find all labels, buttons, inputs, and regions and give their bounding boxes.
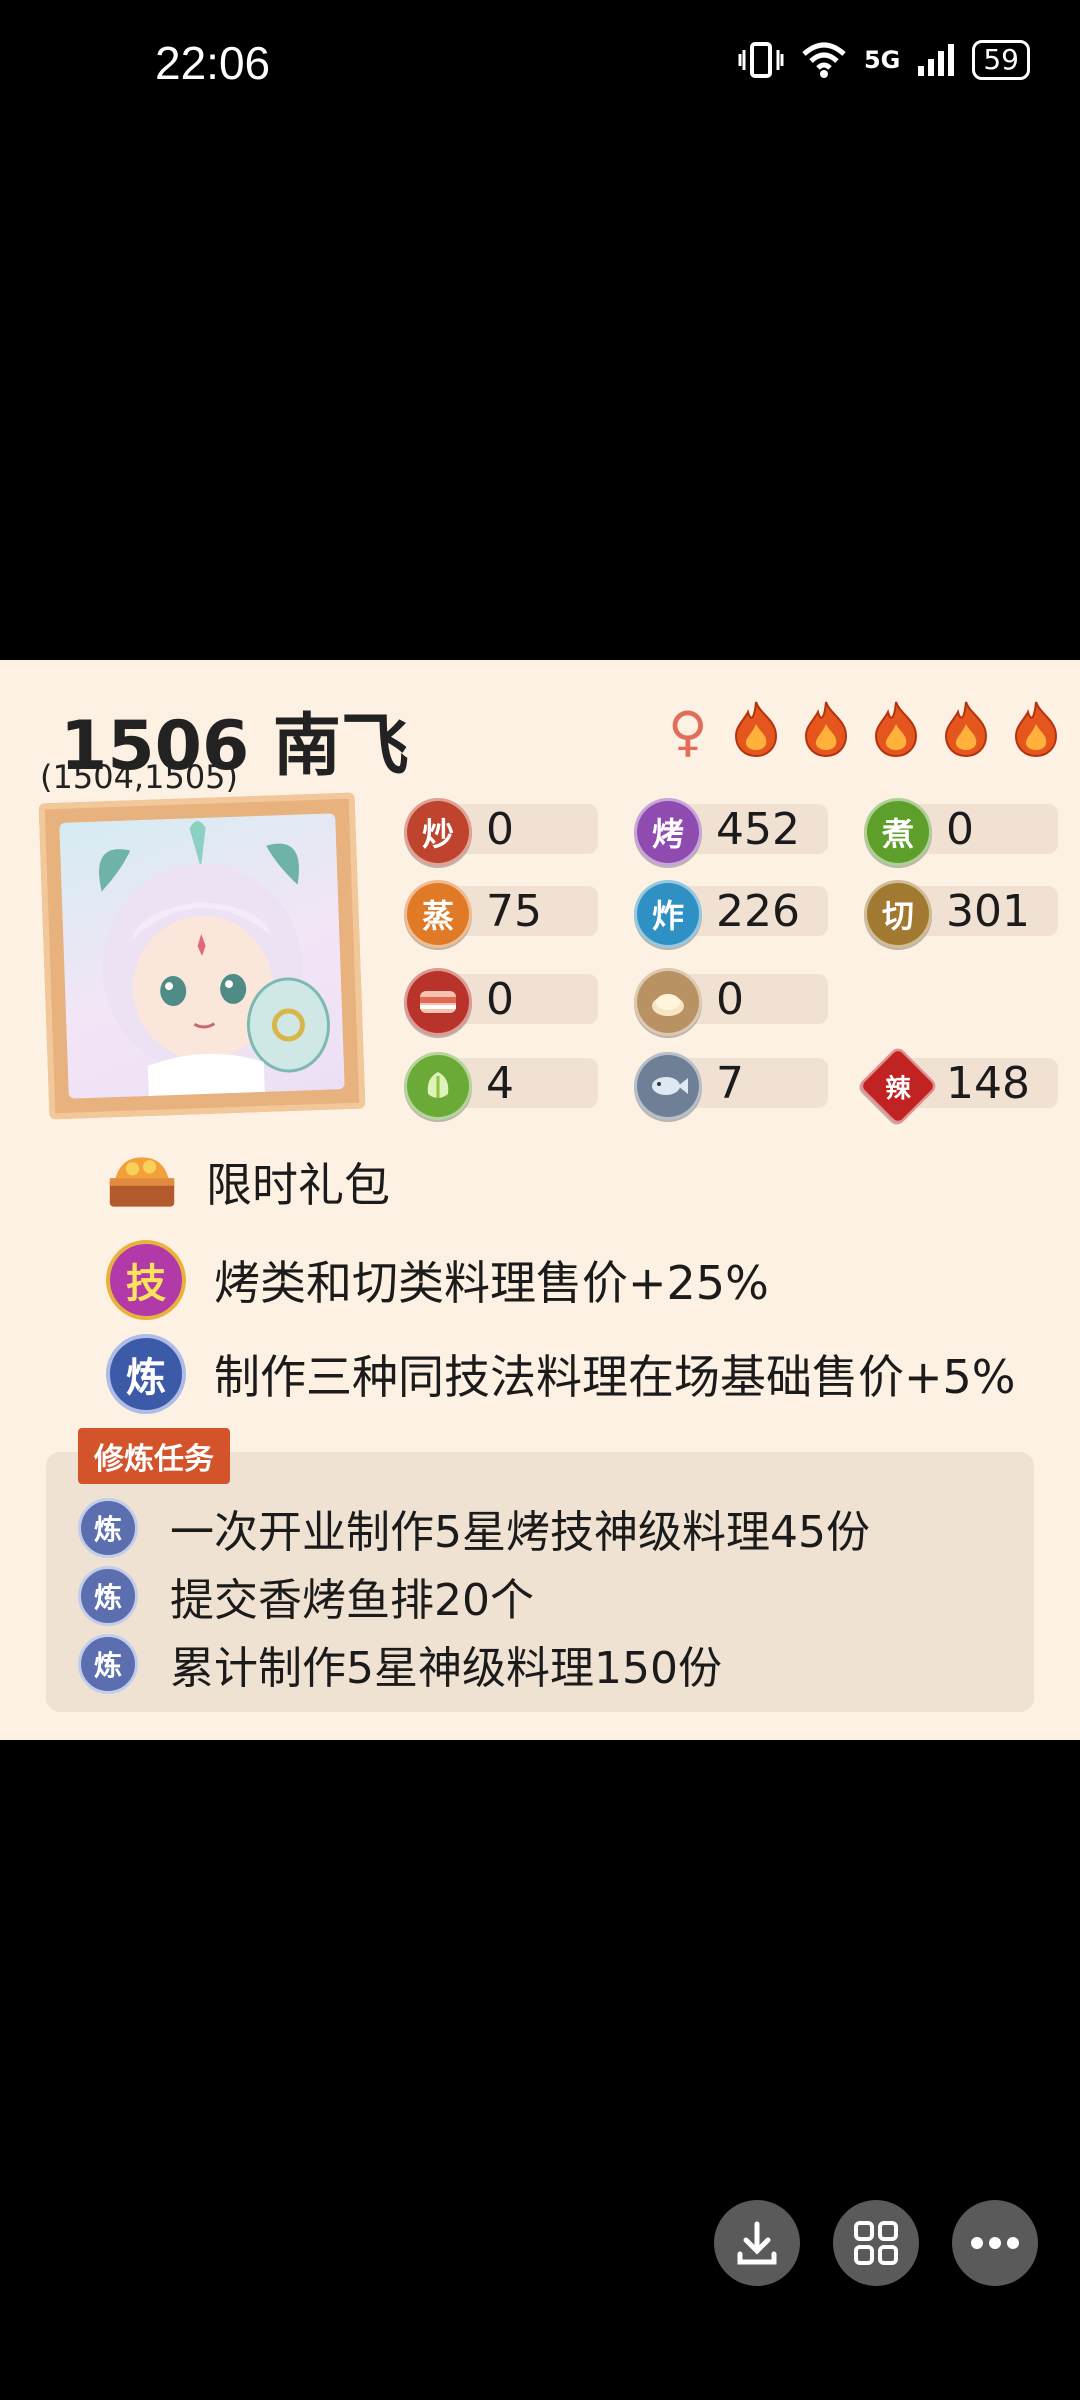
stat-meat: 0 [404,968,598,1036]
stat-value: 75 [486,886,542,937]
cut-icon: 切 [864,880,932,948]
stat-value: 226 [716,886,800,937]
stat-value: 452 [716,804,800,855]
stat-roast: 烤 452 [634,798,828,866]
refine-task-icon: 炼 [78,1566,138,1626]
wifi-icon [802,42,846,78]
gift-label: 限时礼包 [206,1158,390,1212]
stat-value: 0 [486,804,514,855]
refine-row: 炼 制作三种同技法料理在场基础售价+5% [106,1334,1016,1414]
stat-value: 7 [716,1058,744,1109]
skill-row: 技 烤类和切类料理售价+25% [106,1240,769,1320]
stat-value: 0 [486,974,514,1025]
flame-icon [804,701,848,758]
stat-stir-fry: 炒 0 [404,798,598,866]
stat-steam: 蒸 75 [404,880,598,948]
stat-value: 0 [716,974,744,1025]
female-icon: ♀ [668,700,708,763]
status-icons: 5G 59 [738,40,1030,80]
meat-icon [404,968,472,1036]
tasks-panel: 炼 一次开业制作5星烤技神级料理45份 炼 提交香烤鱼排20个 炼 累计制作5星… [46,1452,1034,1712]
network-label: 5G [863,46,901,74]
chef-portrait[interactable] [38,792,366,1120]
stat-value: 148 [946,1058,1030,1109]
task-item: 炼 提交香烤鱼排20个 [78,1564,534,1628]
limited-gift-row[interactable]: 限时礼包 [106,1146,390,1218]
stat-cut: 切 301 [864,880,1058,948]
task-text: 累计制作5星神级料理150份 [170,1643,722,1694]
tasks-label: 修炼任务 [78,1428,230,1484]
stat-boil: 煮 0 [864,798,1058,866]
chef-card: 1506 南飞 (1504,1505) ♀ 炒 0 烤 452 煮 0 蒸 75… [0,660,1080,1740]
refine-task-icon: 炼 [78,1634,138,1694]
fish-icon [634,1052,702,1120]
refine-icon: 炼 [106,1334,186,1414]
stat-flour: 0 [634,968,828,1036]
task-item: 炼 一次开业制作5星烤技神级料理45份 [78,1496,870,1560]
steam-icon: 蒸 [404,880,472,948]
vegetable-icon [404,1052,472,1120]
signal-icon [918,44,955,76]
battery-indicator: 59 [972,40,1030,80]
download-icon [737,2221,777,2265]
chef-avatar-illustration [99,821,330,1096]
skill-text: 烤类和切类料理售价+25% [214,1256,769,1310]
chef-avatar-image [59,813,345,1099]
flame-icon [1014,701,1058,758]
roast-icon: 烤 [634,798,702,866]
skill-icon: 技 [106,1240,186,1320]
stat-fish: 7 [634,1052,828,1120]
refine-text: 制作三种同技法料理在场基础售价+5% [214,1350,1016,1404]
gift-chest-icon [106,1146,178,1218]
download-button[interactable] [714,2200,800,2286]
rarity-flames [730,700,1062,758]
stir-fry-icon: 炒 [404,798,472,866]
stat-value: 0 [946,804,974,855]
fry-icon: 炸 [634,880,702,948]
task-text: 一次开业制作5星烤技神级料理45份 [170,1507,870,1558]
grid-icon [854,2221,898,2265]
status-bar: 22:06 5G 59 [0,0,1080,130]
grid-button[interactable] [833,2200,919,2286]
task-text: 提交香烤鱼排20个 [170,1575,534,1626]
stat-value: 301 [946,886,1030,937]
refine-task-icon: 炼 [78,1498,138,1558]
more-icon [971,2237,1019,2249]
more-button[interactable] [952,2200,1038,2286]
flame-icon [944,701,988,758]
flour-icon [634,968,702,1036]
vibrate-icon [738,42,784,78]
stat-value: 4 [486,1058,514,1109]
chef-sub-ids: (1504,1505) [40,758,239,796]
stat-fry: 炸 226 [634,880,828,948]
stat-spicy: 辣 148 [857,1045,1058,1127]
task-item: 炼 累计制作5星神级料理150份 [78,1632,722,1696]
stat-vegetable: 4 [404,1052,598,1120]
flame-icon [734,701,778,758]
status-time: 22:06 [155,37,271,89]
boil-icon: 煮 [864,798,932,866]
flame-icon [874,701,918,758]
